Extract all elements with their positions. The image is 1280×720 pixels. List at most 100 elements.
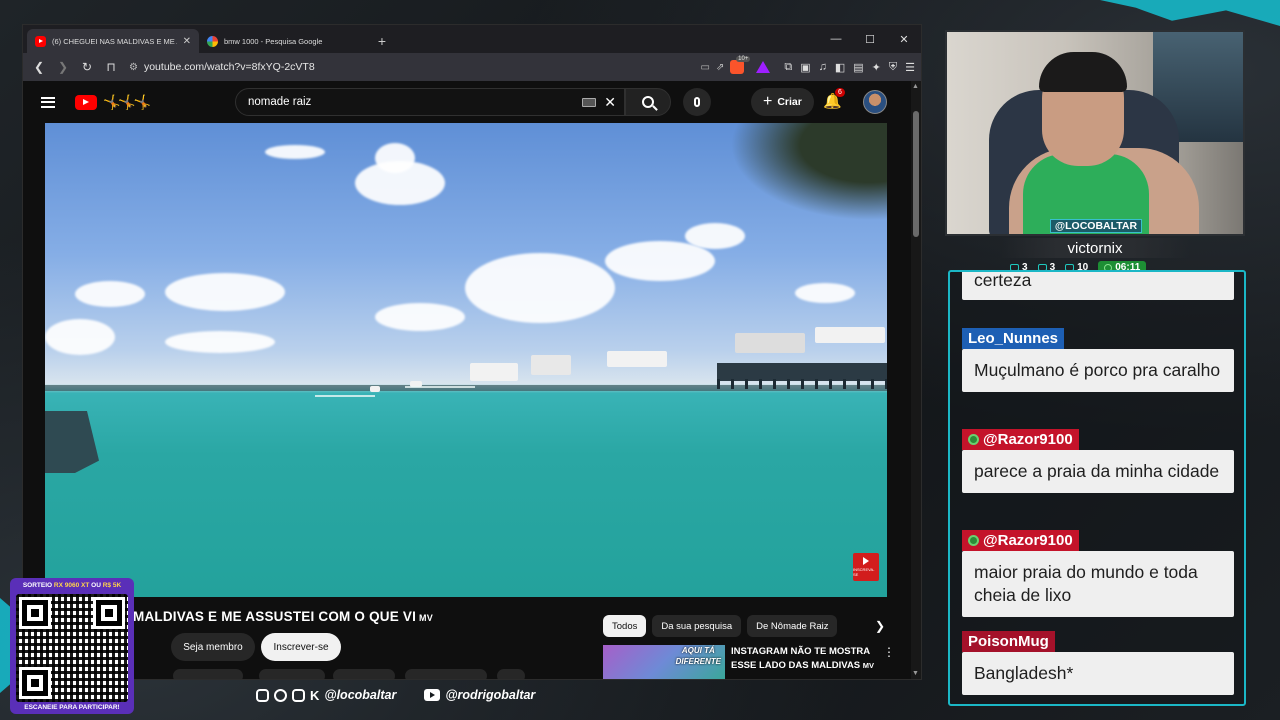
youtube-header: 🤸🤸🤸 nomade raiz ✕ + Criar 🔔 6: [23, 81, 921, 123]
recommended-video-title: INSTAGRAM NÃO TE MOSTRA ESSE LADO DAS MA…: [731, 646, 875, 671]
subscribe-watermark[interactable]: INSCREVA-SE: [853, 553, 879, 581]
back-icon[interactable]: ❮: [29, 57, 49, 77]
tab-strip: (6) CHEGUEI NAS MALDIVAS E ME ASSUSTEI ✕…: [23, 25, 921, 53]
avatar[interactable]: [863, 90, 887, 114]
plus-icon: +: [763, 93, 773, 110]
share-icon[interactable]: ⇗: [716, 62, 724, 73]
chat-message-text: Bangladesh*: [962, 652, 1234, 695]
video-title: MALDIVAS E ME ASSUSTEI COM O QUE VI MV: [133, 609, 433, 624]
badge-icon: [968, 535, 979, 546]
tab-title: (6) CHEGUEI NAS MALDIVAS E ME ASSUSTEI: [52, 36, 177, 46]
instagram-icon: [256, 688, 269, 702]
webcam-feed: [945, 30, 1245, 236]
url-field[interactable]: ⚙ youtube.com/watch?v=8fxYQ-2cVT8 ▭ ⇗ 10…: [125, 56, 771, 77]
chat-username: @Razor9100: [962, 429, 1079, 450]
notifications-badge: 6: [835, 88, 845, 97]
url-text: youtube.com/watch?v=8fxYQ-2cVT8: [143, 61, 315, 73]
keyboard-icon[interactable]: [582, 97, 597, 107]
voice-search-button[interactable]: [683, 88, 711, 116]
channel-name: victornix: [1000, 238, 1190, 258]
chat-message-text: certeza: [962, 272, 1234, 300]
browser-window: (6) CHEGUEI NAS MALDIVAS E ME ASSUSTEI ✕…: [22, 24, 922, 680]
bookmark-icon[interactable]: ⊓: [101, 57, 121, 77]
forward-icon[interactable]: ❯: [53, 57, 73, 77]
dock-boat: [45, 411, 99, 473]
chat-message-text: parece a praia da minha cidade: [962, 450, 1234, 493]
page-scrollbar[interactable]: ▲ ▼: [911, 81, 921, 679]
chat-message: Leo_Nunnes Muçulmano é porco pra caralho: [962, 328, 1234, 392]
social-handle: @locobaltar: [324, 688, 397, 702]
twitch-icon: [292, 688, 305, 702]
tab-title: bmw 1000 - Pesquisa Google: [224, 36, 323, 46]
cast-icon[interactable]: ▭: [700, 62, 709, 73]
google-favicon-icon: [207, 35, 218, 47]
subscribe-button[interactable]: Inscrever-se: [261, 633, 341, 661]
reload-icon[interactable]: ↻: [77, 57, 97, 77]
close-tab-icon[interactable]: ✕: [183, 36, 191, 47]
youtube-logo[interactable]: [75, 94, 97, 110]
minimize-icon[interactable]: —: [819, 25, 853, 53]
notifications-button[interactable]: 🔔 6: [823, 88, 845, 112]
music-icon[interactable]: ♫: [819, 61, 827, 74]
chip-from-search[interactable]: Da sua pesquisa: [652, 615, 742, 637]
scroll-up-icon[interactable]: ▲: [912, 83, 919, 90]
chip-from-channel[interactable]: De Nômade Raiz: [747, 615, 838, 637]
youtube-favicon-icon: [35, 35, 46, 47]
vpn-icon[interactable]: ⛨: [889, 61, 897, 74]
clear-search-icon[interactable]: ✕: [604, 94, 616, 111]
search-button[interactable]: [625, 88, 671, 116]
video-info-area: MALDIVAS E ME ASSUSTEI COM O QUE VI MV Se…: [23, 599, 911, 679]
tab-youtube[interactable]: (6) CHEGUEI NAS MALDIVAS E ME ASSUSTEI ✕: [27, 29, 199, 53]
giveaway-header: SORTEIO RX 9060 XT OU R$ 5K: [22, 582, 122, 589]
qr-code: [16, 594, 128, 702]
window-controls: — ☐ ✕: [819, 25, 921, 53]
kick-icon: K: [310, 687, 320, 703]
video-thumbnail[interactable]: AQUI TÁ DIFERENTE: [603, 645, 725, 679]
create-button[interactable]: + Criar: [751, 88, 814, 116]
search-query: nomade raiz: [248, 96, 312, 108]
search-input[interactable]: nomade raiz ✕: [235, 88, 625, 116]
extensions-icon[interactable]: ⧉: [784, 61, 792, 74]
site-info-icon[interactable]: ⚙: [129, 62, 138, 73]
address-bar: ❮ ❯ ↻ ⊓ ⚙ youtube.com/watch?v=8fxYQ-2cVT…: [23, 53, 921, 81]
brave-rewards-icon[interactable]: [756, 61, 771, 73]
toolbar-icons: ⧉ ▣ ♫ ◧ ▤ ✦ ⛨ ☰: [784, 61, 915, 74]
scroll-down-icon[interactable]: ▼: [912, 670, 919, 677]
tab-google[interactable]: bmw 1000 - Pesquisa Google: [199, 29, 371, 53]
youtube-icon: [424, 689, 441, 701]
brave-shields-icon[interactable]: 10+: [730, 56, 751, 74]
streamer-handle: @LOCOBALTAR: [1050, 219, 1142, 233]
hamburger-menu-icon[interactable]: [41, 96, 55, 108]
chat-username: PoisonMug: [962, 631, 1055, 652]
chat-message-text: maior praia do mundo e toda cheia de lix…: [962, 551, 1234, 617]
join-button[interactable]: Seja membro: [171, 633, 255, 661]
badge-icon: [968, 434, 979, 445]
social-handles: K @locobaltar @rodrigobaltar: [256, 688, 535, 702]
chat-username: Leo_Nunnes: [962, 328, 1065, 349]
wallet-icon[interactable]: ▤: [853, 61, 863, 74]
giveaway-footer: ESCANEIE PARA PARTICIPAR!: [24, 704, 120, 711]
tiktok-icon: [274, 688, 287, 702]
chat-message: certeza: [962, 272, 1234, 300]
maximize-icon[interactable]: ☐: [853, 25, 887, 53]
play-icon: [863, 557, 869, 565]
video-player[interactable]: INSCREVA-SE: [45, 123, 887, 597]
chat-message: PoisonMug Bangladesh*: [962, 631, 1234, 695]
sidebar-icon[interactable]: ◧: [835, 61, 845, 74]
scrollbar-thumb[interactable]: [913, 111, 919, 237]
recommended-video[interactable]: AQUI TÁ DIFERENTE INSTAGRAM NÃO TE MOSTR…: [603, 645, 895, 679]
chat-message-text: Muçulmano é porco pra caralho: [962, 349, 1234, 392]
leo-ai-icon[interactable]: ✦: [872, 61, 881, 74]
giveaway-qr-panel: SORTEIO RX 9060 XT OU R$ 5K ESCANEIE PAR…: [10, 578, 134, 714]
social-handle: @rodrigobaltar: [445, 688, 536, 702]
chat-message: @Razor9100 maior praia do mundo e toda c…: [962, 530, 1234, 617]
search-icon: [642, 96, 654, 108]
chevron-right-icon[interactable]: ❯: [875, 619, 885, 633]
screenshot-icon[interactable]: ▣: [800, 61, 810, 74]
close-window-icon[interactable]: ✕: [887, 25, 921, 53]
new-tab-button[interactable]: +: [371, 29, 393, 53]
logo-doodle: 🤸🤸🤸: [103, 93, 151, 110]
chip-all[interactable]: Todos: [603, 615, 647, 637]
menu-icon[interactable]: ☰: [905, 61, 915, 74]
more-options-icon[interactable]: ⋮: [883, 645, 895, 679]
